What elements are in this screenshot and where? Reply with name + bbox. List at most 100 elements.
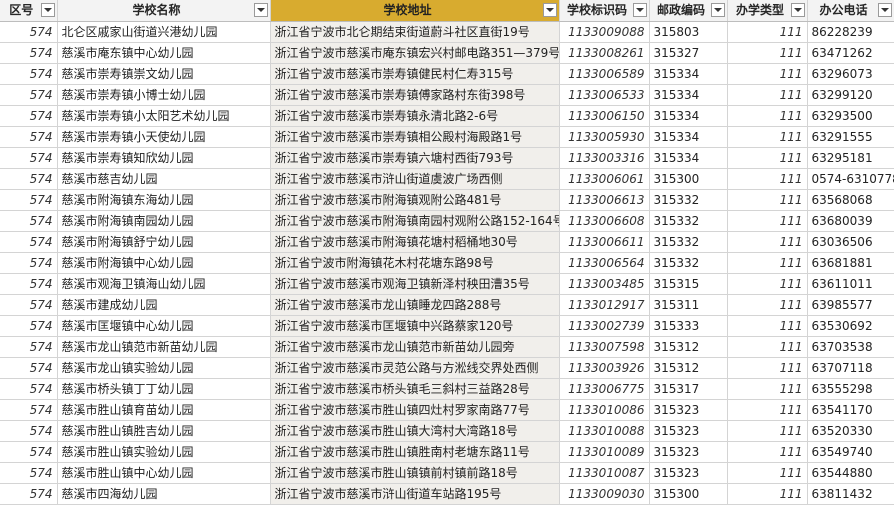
cell-area-code[interactable]: 574 (0, 336, 58, 358)
cell-office-phone[interactable]: 63295181 (807, 147, 894, 169)
cell-school-id[interactable]: 1133006564 (559, 252, 650, 274)
cell-postal-code[interactable]: 315332 (649, 231, 728, 253)
table-row[interactable]: 574 慈溪市附海镇东海幼儿园 浙江省宁波市慈溪市附海镇观附公路481号 113300… (0, 189, 894, 211)
cell-school-type[interactable]: 111 (727, 189, 808, 211)
cell-school-name[interactable]: 慈溪市龙山镇实验幼儿园 (57, 357, 271, 379)
cell-office-phone[interactable]: 63541170 (807, 399, 894, 421)
cell-postal-code[interactable]: 315323 (649, 420, 728, 442)
filter-dropdown-icon[interactable] (632, 3, 647, 17)
cell-school-id[interactable]: 1133007598 (559, 336, 650, 358)
cell-school-address[interactable]: 浙江省宁波市慈溪市龙山镇睡龙四路288号 (270, 294, 560, 316)
cell-school-address[interactable]: 浙江省宁波市慈溪市胜山镇大湾村大湾路18号 (270, 420, 560, 442)
cell-area-code[interactable]: 574 (0, 168, 58, 190)
cell-area-code[interactable]: 574 (0, 441, 58, 463)
cell-office-phone[interactable]: 63680039 (807, 210, 894, 232)
cell-school-id[interactable]: 1133006608 (559, 210, 650, 232)
cell-school-type[interactable]: 111 (727, 420, 808, 442)
cell-school-type[interactable]: 111 (727, 378, 808, 400)
cell-school-type[interactable]: 111 (727, 462, 808, 484)
table-row[interactable]: 574 慈溪市匡堰镇中心幼儿园 浙江省宁波市慈溪市匡堰镇中兴路蔡家120号 11330… (0, 315, 894, 337)
cell-area-code[interactable]: 574 (0, 189, 58, 211)
cell-school-type[interactable]: 111 (727, 336, 808, 358)
cell-office-phone[interactable]: 63568068 (807, 189, 894, 211)
cell-area-code[interactable]: 574 (0, 21, 58, 43)
table-row[interactable]: 574 慈溪市龙山镇范市新苗幼儿园 浙江省宁波市慈溪市龙山镇范市新苗幼儿园旁 1133… (0, 336, 894, 358)
cell-office-phone[interactable]: 63707118 (807, 357, 894, 379)
cell-postal-code[interactable]: 315312 (649, 357, 728, 379)
cell-school-type[interactable]: 111 (727, 84, 808, 106)
cell-school-address[interactable]: 浙江省宁波市慈溪市庵东镇宏兴村邮电路351—379号 (270, 42, 560, 64)
column-header-office-phone[interactable]: 办公电话 (807, 0, 894, 22)
cell-school-id[interactable]: 1133006775 (559, 378, 650, 400)
table-row[interactable]: 574 北仑区戚家山街道兴港幼儿园 浙江省宁波市北仑期结束街道蔚斗社区直街19号 11… (0, 21, 894, 43)
table-row[interactable]: 574 慈溪市崇寿镇知欣幼儿园 浙江省宁波市慈溪市崇寿镇六塘村西街793号 11330… (0, 147, 894, 169)
cell-school-name[interactable]: 慈溪市崇寿镇小天使幼儿园 (57, 126, 271, 148)
cell-office-phone[interactable]: 63555298 (807, 378, 894, 400)
cell-area-code[interactable]: 574 (0, 294, 58, 316)
cell-school-type[interactable]: 111 (727, 441, 808, 463)
cell-school-address[interactable]: 浙江省宁波市慈溪市桥头镇毛三斜村三益路28号 (270, 378, 560, 400)
table-row[interactable]: 574 慈溪市慈吉幼儿园 浙江省宁波市慈溪市浒山街道虞波广场西侧 1133006061… (0, 168, 894, 190)
cell-postal-code[interactable]: 315334 (649, 126, 728, 148)
cell-school-name[interactable]: 慈溪市胜山镇育苗幼儿园 (57, 399, 271, 421)
cell-school-id[interactable]: 1133003316 (559, 147, 650, 169)
cell-postal-code[interactable]: 315323 (649, 462, 728, 484)
cell-school-name[interactable]: 慈溪市龙山镇范市新苗幼儿园 (57, 336, 271, 358)
cell-office-phone[interactable]: 63549740 (807, 441, 894, 463)
cell-postal-code[interactable]: 315334 (649, 63, 728, 85)
cell-office-phone[interactable]: 63611011 (807, 273, 894, 295)
table-row[interactable]: 574 慈溪市崇寿镇小太阳艺术幼儿园 浙江省宁波市慈溪市崇寿镇永清北路2-6号 113… (0, 105, 894, 127)
cell-area-code[interactable]: 574 (0, 273, 58, 295)
table-row[interactable]: 574 慈溪市观海卫镇海山幼儿园 浙江省宁波市慈溪市观海卫镇新泽村秧田漕35号 113… (0, 273, 894, 295)
cell-school-type[interactable]: 111 (727, 126, 808, 148)
cell-area-code[interactable]: 574 (0, 42, 58, 64)
cell-school-id[interactable]: 1133006150 (559, 105, 650, 127)
filter-dropdown-icon[interactable] (877, 3, 892, 17)
cell-area-code[interactable]: 574 (0, 147, 58, 169)
cell-postal-code[interactable]: 315332 (649, 210, 728, 232)
cell-postal-code[interactable]: 315327 (649, 42, 728, 64)
cell-area-code[interactable]: 574 (0, 252, 58, 274)
cell-school-id[interactable]: 1133010087 (559, 462, 650, 484)
table-row[interactable]: 574 慈溪市胜山镇胜吉幼儿园 浙江省宁波市慈溪市胜山镇大湾村大湾路18号 11330… (0, 420, 894, 442)
cell-school-id[interactable]: 1133006533 (559, 84, 650, 106)
cell-school-address[interactable]: 浙江省宁波市慈溪市崇寿镇六塘村西街793号 (270, 147, 560, 169)
cell-office-phone[interactable]: 63291555 (807, 126, 894, 148)
cell-office-phone[interactable]: 0574-63107789 (807, 168, 894, 190)
cell-school-name[interactable]: 慈溪市胜山镇胜吉幼儿园 (57, 420, 271, 442)
cell-postal-code[interactable]: 315312 (649, 336, 728, 358)
cell-school-name[interactable]: 慈溪市胜山镇中心幼儿园 (57, 462, 271, 484)
cell-school-type[interactable]: 111 (727, 147, 808, 169)
cell-area-code[interactable]: 574 (0, 357, 58, 379)
cell-school-type[interactable]: 111 (727, 21, 808, 43)
table-row[interactable]: 574 慈溪市崇寿镇小天使幼儿园 浙江省宁波市慈溪市崇寿镇相公殿村海殿路1号 1133… (0, 126, 894, 148)
cell-postal-code[interactable]: 315300 (649, 483, 728, 505)
column-header-area-code[interactable]: 区号 (0, 0, 58, 22)
cell-school-id[interactable]: 1133009088 (559, 21, 650, 43)
cell-area-code[interactable]: 574 (0, 462, 58, 484)
table-row[interactable]: 574 慈溪市崇寿镇崇文幼儿园 浙江省宁波市慈溪市崇寿镇健民村仁寿315号 11330… (0, 63, 894, 85)
cell-postal-code[interactable]: 315317 (649, 378, 728, 400)
table-row[interactable]: 574 慈溪市附海镇南园幼儿园 浙江省宁波市慈溪市附海镇南园村观附公路152-164… (0, 210, 894, 232)
cell-postal-code[interactable]: 315323 (649, 441, 728, 463)
cell-postal-code[interactable]: 315311 (649, 294, 728, 316)
cell-office-phone[interactable]: 63293500 (807, 105, 894, 127)
cell-school-address[interactable]: 浙江省宁波市慈溪市附海镇观附公路481号 (270, 189, 560, 211)
cell-school-address[interactable]: 浙江省宁波市慈溪市附海镇花塘村稻桶地30号 (270, 231, 560, 253)
cell-school-type[interactable]: 111 (727, 483, 808, 505)
cell-area-code[interactable]: 574 (0, 126, 58, 148)
cell-school-id[interactable]: 1133006589 (559, 63, 650, 85)
cell-school-address[interactable]: 浙江省宁波市慈溪市浒山街道虞波广场西侧 (270, 168, 560, 190)
cell-school-type[interactable]: 111 (727, 210, 808, 232)
cell-office-phone[interactable]: 63544880 (807, 462, 894, 484)
table-row[interactable]: 574 慈溪市附海镇舒宁幼儿园 浙江省宁波市慈溪市附海镇花塘村稻桶地30号 11330… (0, 231, 894, 253)
table-row[interactable]: 574 慈溪市胜山镇中心幼儿园 浙江省宁波市慈溪市胜山镇镇前村镇前路18号 11330… (0, 462, 894, 484)
column-header-school-name[interactable]: 学校名称 (57, 0, 271, 22)
table-row[interactable]: 574 慈溪市胜山镇育苗幼儿园 浙江省宁波市慈溪市胜山镇四灶村罗家南路77号 1133… (0, 399, 894, 421)
cell-school-address[interactable]: 浙江省宁波市慈溪市胜山镇四灶村罗家南路77号 (270, 399, 560, 421)
cell-school-id[interactable]: 1133010086 (559, 399, 650, 421)
cell-school-id[interactable]: 1133005930 (559, 126, 650, 148)
cell-school-address[interactable]: 浙江省宁波市慈溪市附海镇南园村观附公路152-164号 (270, 210, 560, 232)
cell-school-type[interactable]: 111 (727, 399, 808, 421)
cell-postal-code[interactable]: 315803 (649, 21, 728, 43)
